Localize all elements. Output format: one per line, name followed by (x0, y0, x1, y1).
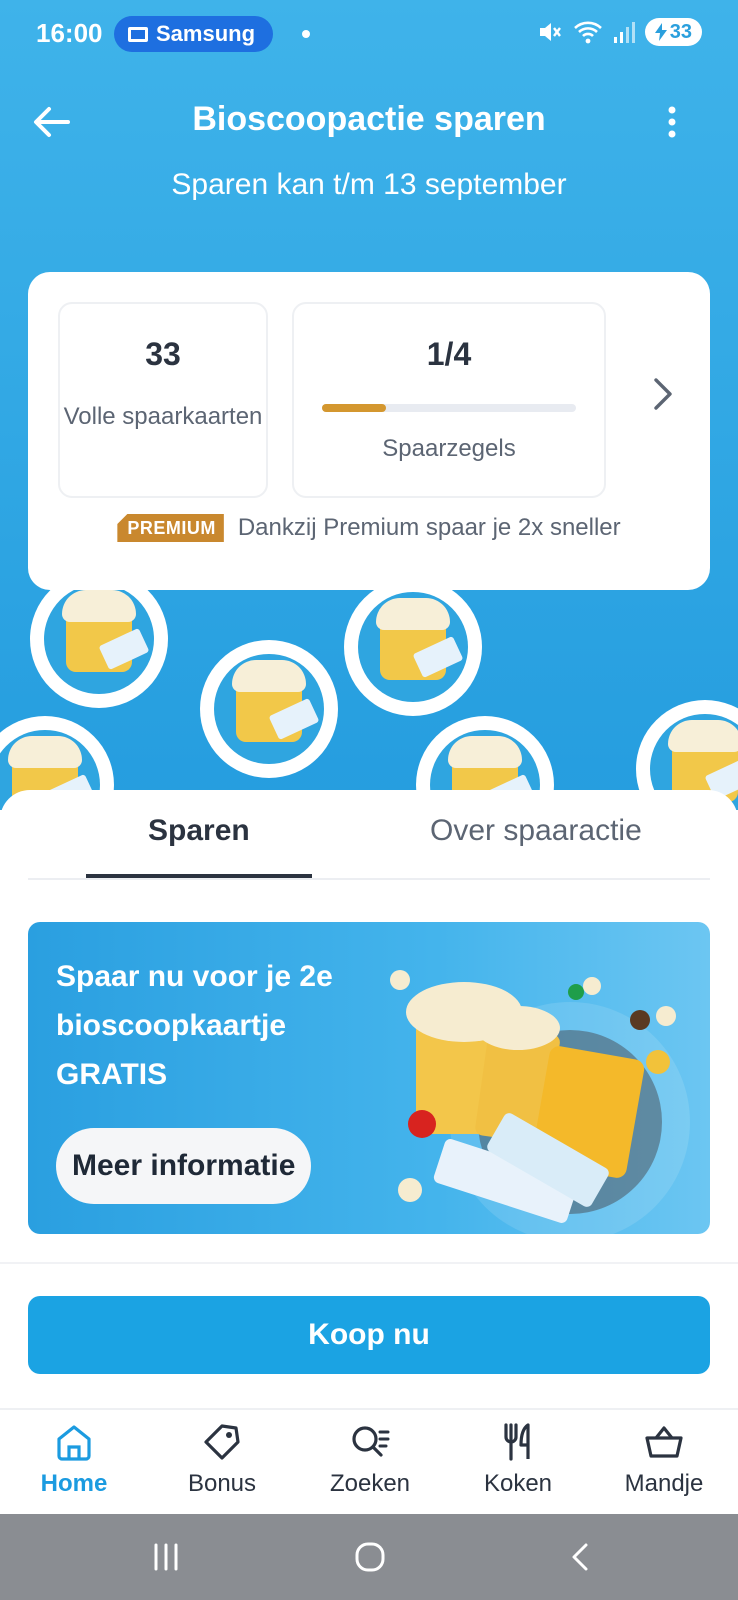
active-tab-indicator (86, 874, 312, 878)
nav-zoeken-label: Zoeken (329, 1470, 411, 1497)
cinema-snacks-illustration (390, 970, 690, 1234)
page-subtitle: Sparen kan t/m 13 september (171, 168, 567, 201)
stamp-token (200, 640, 338, 778)
savings-progress-card[interactable]: 33 Volle spaarkaarten 1/4 Spaarzegels PR… (28, 272, 710, 590)
cutlery-icon (504, 1423, 530, 1461)
stamps-progress-bar (322, 404, 576, 412)
stamps-progress-fill (322, 404, 386, 412)
signal-icon (613, 22, 635, 43)
tab-sparen[interactable]: Sparen (148, 814, 250, 848)
charging-icon (654, 23, 667, 41)
nav-home-label: Home (40, 1470, 108, 1497)
stamp-token (344, 578, 482, 716)
hero-banner: 16:00 Samsung 33 Bioscoopactie sparen Sp… (0, 0, 738, 810)
nav-mandje-label: Mandje (624, 1470, 704, 1497)
notification-dot (302, 30, 310, 38)
section-divider (0, 1262, 738, 1264)
stamp-token (30, 570, 168, 708)
battery-level: 33 (669, 20, 692, 43)
nav-koken[interactable]: Koken (444, 1420, 592, 1498)
screen-cast-icon (128, 26, 148, 42)
home-icon (57, 1425, 91, 1461)
more-info-button[interactable]: Meer informatie (56, 1128, 312, 1204)
promo-banner: Spaar nu voor je 2e bioscoopkaartje GRAT… (28, 922, 710, 1234)
page-title: Bioscoopactie sparen (192, 100, 546, 138)
premium-text: Dankzij Premium spaar je 2x sneller (237, 514, 621, 541)
nav-mandje[interactable]: Mandje (590, 1420, 738, 1498)
full-cards-count: 33 (145, 336, 181, 372)
stamps-tile: 1/4 Spaarzegels (292, 302, 606, 498)
stamps-count: 1/4 (426, 336, 472, 372)
wifi-icon (573, 21, 602, 44)
status-bar: 16:00 Samsung 33 (0, 0, 738, 70)
cast-pill[interactable]: Samsung (114, 16, 274, 52)
nav-koken-label: Koken (483, 1470, 553, 1497)
back-button-icon[interactable] (566, 1542, 598, 1572)
premium-notice: PREMIUM Dankzij Premium spaar je 2x snel… (28, 514, 710, 542)
nav-zoeken[interactable]: Zoeken (296, 1420, 444, 1498)
stamps-label: Spaarzegels (382, 435, 516, 462)
status-time: 16:00 (36, 18, 103, 48)
content-sheet: Sparen Over spaaractie Spaar nu voor je … (0, 790, 738, 1410)
buy-now-button[interactable]: Koop nu (28, 1296, 710, 1374)
nav-bonus[interactable]: Bonus (148, 1420, 296, 1498)
mute-icon (539, 23, 561, 41)
full-cards-tile: 33 Volle spaarkaarten (58, 302, 268, 498)
chevron-right-icon[interactable] (648, 374, 676, 414)
home-button-icon[interactable] (354, 1542, 386, 1572)
search-icon (352, 1426, 390, 1457)
bottom-navigation: Home Bonus Zoeken Koken Mandje (0, 1408, 738, 1514)
system-icons: 33 (537, 18, 702, 46)
nav-home[interactable]: Home (0, 1420, 148, 1498)
full-cards-label: Volle spaarkaarten (63, 403, 263, 430)
tab-bar: Sparen Over spaaractie (28, 790, 710, 880)
tag-icon (204, 1424, 240, 1460)
battery-indicator: 33 (644, 18, 702, 46)
basket-icon (645, 1426, 683, 1458)
system-navigation-bar (0, 1514, 738, 1600)
premium-badge: PREMIUM (117, 514, 224, 542)
promo-text: Spaar nu voor je 2e bioscoopkaartje GRAT… (56, 960, 333, 1091)
recent-apps-icon[interactable] (150, 1542, 182, 1572)
tab-over-spaaractie[interactable]: Over spaaractie (430, 814, 642, 848)
nav-bonus-label: Bonus (187, 1470, 257, 1497)
more-menu-icon[interactable] (660, 104, 684, 140)
cast-label: Samsung (156, 21, 256, 46)
